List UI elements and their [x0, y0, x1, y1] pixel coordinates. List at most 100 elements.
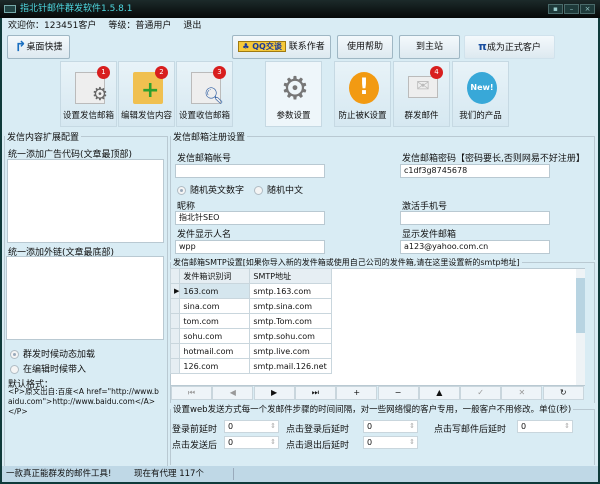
table-row[interactable]: hotmail.com smtp.live.com [169, 343, 333, 359]
app-icon [4, 5, 16, 13]
nav-post-button[interactable]: ✓ [460, 386, 502, 400]
help-button[interactable]: 使用帮助 [337, 35, 393, 59]
account-input[interactable] [175, 164, 325, 178]
arrow-icon: ↱ [14, 39, 27, 55]
after-login-spinner[interactable]: 0 ⇕ [363, 420, 418, 433]
smtp-address-cell[interactable]: smtp.sina.com [249, 298, 333, 314]
nav-last-button[interactable]: ⏭ [294, 386, 336, 400]
menu-button[interactable]: ▪ [548, 4, 563, 14]
nav-insert-button[interactable]: + [336, 386, 378, 400]
radio-dot [254, 186, 263, 195]
spinner-value: 0 [228, 438, 234, 447]
external-link-textarea[interactable] [6, 256, 164, 340]
tab-parameters[interactable]: ⚙ 参数设置 [265, 61, 322, 127]
after-send-spinner[interactable]: 0 ⇕ [224, 436, 279, 449]
group-legend: 发信内容扩展配置 [7, 133, 80, 143]
tab-send-mail[interactable]: ✉ 4 群发邮件 [393, 61, 450, 127]
nav-first-button[interactable]: ⏮ [171, 386, 212, 400]
radio-dot [10, 350, 19, 359]
nav-refresh-button[interactable]: ↻ [542, 386, 584, 400]
smtp-address-cell[interactable]: smtp.sohu.com [249, 328, 333, 344]
column-header[interactable]: SMTP地址 [249, 268, 333, 284]
close-button[interactable]: × [580, 4, 595, 14]
qq-chat-badge[interactable]: ♣ QQ交谈 [238, 41, 286, 52]
become-customer-button[interactable]: π成为正式客户 [464, 35, 555, 59]
title-bar: 指北针邮件群发软件1.5.8.1 ▪ – × [0, 0, 600, 18]
identifier-cell[interactable]: hotmail.com [179, 343, 251, 359]
step-badge: 4 [430, 66, 443, 79]
identifier-cell[interactable]: sohu.com [179, 328, 251, 344]
identifier-cell[interactable]: sina.com [179, 298, 251, 314]
row-indicator[interactable] [169, 328, 181, 344]
nav-delete-button[interactable]: − [377, 386, 419, 400]
after-login-label: 点击登录后延时 [286, 425, 350, 435]
tab-label: 编辑发信内容 [120, 111, 172, 121]
smtp-address-cell[interactable]: smtp.Tom.com [249, 313, 333, 329]
spin-arrows-icon[interactable]: ⇕ [409, 421, 415, 432]
smtp-address-cell[interactable]: smtp.mail.126.net [249, 358, 333, 374]
tab-edit-content[interactable]: +2 编辑发信内容 [118, 61, 175, 127]
nav-next-button[interactable]: ▶ [253, 386, 295, 400]
nickname-input[interactable]: 指北针SEO [175, 211, 325, 225]
before-login-spinner[interactable]: 0 ⇕ [224, 420, 279, 433]
identifier-cell[interactable]: 163.com [179, 283, 251, 299]
random-chinese-radio[interactable]: 随机中文 [254, 183, 303, 196]
row-indicator[interactable] [169, 343, 181, 359]
random-english-radio[interactable]: 随机英文数字 [177, 183, 244, 196]
table-row[interactable]: sohu.com smtp.sohu.com [169, 328, 333, 344]
spin-arrows-icon[interactable]: ⇕ [564, 421, 570, 432]
desktop-shortcut-label: 桌面快捷 [26, 42, 63, 53]
tab-our-products[interactable]: New! 我们的产品 [452, 61, 509, 127]
table-row[interactable]: ▶ 163.com smtp.163.com [169, 283, 333, 299]
tab-receive-mailbox[interactable]: 🔍︎ 3 设置收信邮箱 [176, 61, 233, 127]
step-badge: 1 [97, 66, 110, 79]
ad-code-textarea[interactable] [7, 159, 164, 243]
level-text: 等级：普通用户 [108, 21, 172, 31]
step-badge: 3 [213, 66, 226, 79]
spin-arrows-icon[interactable]: ⇕ [409, 437, 415, 448]
tab-anti-block[interactable]: ! 防止被K设置 [334, 61, 391, 127]
row-indicator[interactable] [169, 298, 181, 314]
nav-edit-button[interactable]: ▲ [418, 386, 460, 400]
new-sticker-icon: New! [467, 72, 497, 104]
after-write-spinner[interactable]: 0 ⇕ [517, 420, 573, 433]
contact-author-button[interactable]: ♣ QQ交谈 联系作者 [232, 35, 331, 59]
row-indicator[interactable]: ▶ [169, 283, 181, 299]
table-row[interactable]: tom.com smtp.Tom.com [169, 313, 333, 329]
logout-link[interactable]: 退出 [183, 21, 201, 31]
user-info: 欢迎你：123451客户 等级：普通用户 退出 [8, 19, 213, 33]
display-name-label: 发件显示人名 [177, 230, 232, 240]
grid-scrollbar[interactable] [576, 269, 585, 385]
nav-prior-button[interactable]: ◀ [212, 386, 254, 400]
identifier-cell[interactable]: tom.com [179, 313, 251, 329]
password-input[interactable]: c1df3g8745678 [400, 164, 550, 178]
contact-author-label: 联系作者 [288, 42, 325, 52]
smtp-address-cell[interactable]: smtp.live.com [249, 343, 333, 359]
display-name-input[interactable]: wpp [175, 240, 325, 254]
spin-arrows-icon[interactable]: ⇕ [270, 421, 276, 432]
row-indicator[interactable] [169, 358, 181, 374]
phone-input[interactable] [400, 211, 550, 225]
desktop-shortcut-button[interactable]: ↱桌面快捷 [7, 35, 70, 59]
tab-send-mailbox[interactable]: ⚙ 1 设置发信邮箱 [60, 61, 117, 127]
scrollbar-thumb[interactable] [576, 278, 585, 333]
before-login-label: 登录前延时 [172, 425, 218, 435]
dynamic-load-radio[interactable]: 群发时候动态加载 [10, 347, 95, 360]
edit-insert-radio[interactable]: 在编辑时候带入 [10, 362, 86, 375]
table-row[interactable]: sina.com smtp.sina.com [169, 298, 333, 314]
spin-arrows-icon[interactable]: ⇕ [270, 437, 276, 448]
table-row[interactable]: 126.com smtp.mail.126.net [169, 358, 333, 374]
home-site-button[interactable]: 到主站 [399, 35, 460, 59]
after-logout-spinner[interactable]: 0 ⇕ [363, 436, 418, 449]
row-indicator-header [169, 268, 181, 284]
smtp-address-cell[interactable]: smtp.163.com [249, 283, 333, 299]
window-title: 指北针邮件群发软件1.5.8.1 [20, 4, 133, 14]
identifier-cell[interactable]: 126.com [179, 358, 251, 374]
display-email-input[interactable]: a123@yahoo.com.cn [400, 240, 550, 254]
column-header[interactable]: 发件箱识别词 [179, 268, 251, 284]
group-legend: 设置web发送方式每一个发邮件步骤的时间间隔，对一些网络慢的客户专用，一般客户不… [173, 405, 572, 415]
nav-cancel-button[interactable]: ✕ [501, 386, 543, 400]
tab-label: 设置收信邮箱 [178, 111, 230, 121]
row-indicator[interactable] [169, 313, 181, 329]
minimize-button[interactable]: – [564, 4, 579, 14]
